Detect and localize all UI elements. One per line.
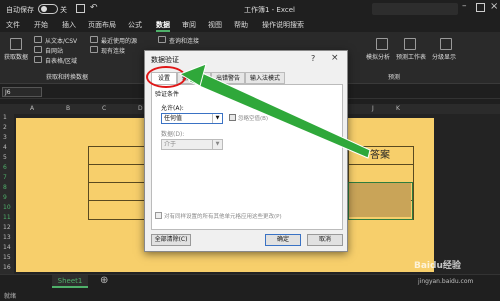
arrow-body — [185, 71, 371, 159]
annotation-arrow — [178, 63, 371, 159]
watermark-logo: Baidu经验 — [414, 261, 461, 271]
watermark-url: jingyan.baidu.com — [418, 278, 474, 285]
